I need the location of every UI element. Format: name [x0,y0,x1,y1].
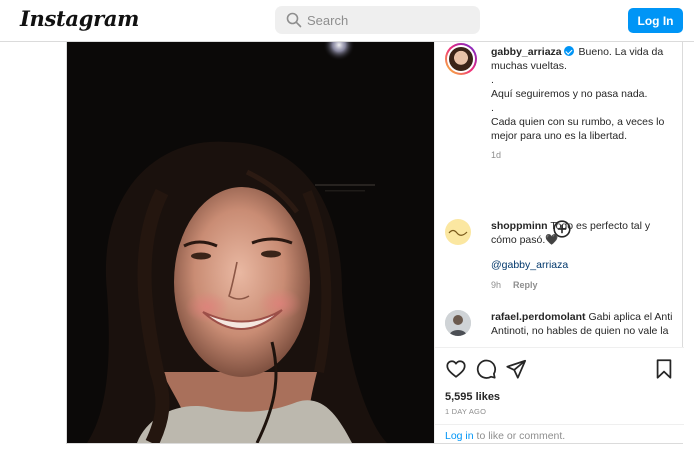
likes-count[interactable]: 5,595 likes [445,391,500,403]
caption-time[interactable]: 1d [491,148,676,162]
search-box[interactable] [275,6,480,34]
commenter-avatar[interactable] [445,219,471,245]
comment-meta: 9h Reply [491,278,676,292]
caption-line-5: Cada quien con su rumbo, a veces lo mejo… [491,116,665,142]
top-navigation-bar: Instagram Log In [0,0,694,42]
comment-icon[interactable] [475,358,497,380]
heart-icon[interactable] [445,358,467,380]
login-prompt-text: to like or comment. [473,430,566,442]
post-sidebar: gabby_arriaza Bueno. La vida da muchas v… [434,42,684,443]
post-photo[interactable] [67,42,434,443]
login-link[interactable]: Log in [445,430,474,442]
caption-line-4: . [491,102,494,114]
caption-line-2: . [491,74,494,86]
comment-mention[interactable]: @gabby_arriaza [491,258,676,272]
post-date[interactable]: 1 DAY AGO [445,407,486,416]
comment-username[interactable]: shoppminn [491,220,548,232]
post-photo-image [67,42,434,443]
share-icon[interactable] [505,358,527,380]
search-icon [286,12,302,28]
author-avatar[interactable] [445,43,477,75]
post-actions-panel: 5,595 likes 1 DAY AGO Log in to like or … [435,347,684,443]
post-container: gabby_arriaza Bueno. La vida da muchas v… [66,42,684,444]
commenter-avatar[interactable] [445,310,471,336]
search-input[interactable] [307,10,472,30]
verified-badge-icon [563,46,574,56]
instagram-logo[interactable]: Instagram [20,6,139,31]
person-avatar-icon [445,310,471,336]
login-prompt: Log in to like or comment. [435,424,684,444]
reply-button[interactable]: Reply [513,280,538,290]
comment-username[interactable]: rafael.perdomolant [491,311,586,323]
login-button[interactable]: Log In [628,8,683,33]
bookmark-icon[interactable] [653,358,675,380]
shop-logo-icon [448,229,468,236]
comment-time[interactable]: 9h [491,280,501,290]
author-username[interactable]: gabby_arriaza [491,46,562,58]
caption-line-3: Aquí seguiremos y no pasa nada. [491,88,648,100]
